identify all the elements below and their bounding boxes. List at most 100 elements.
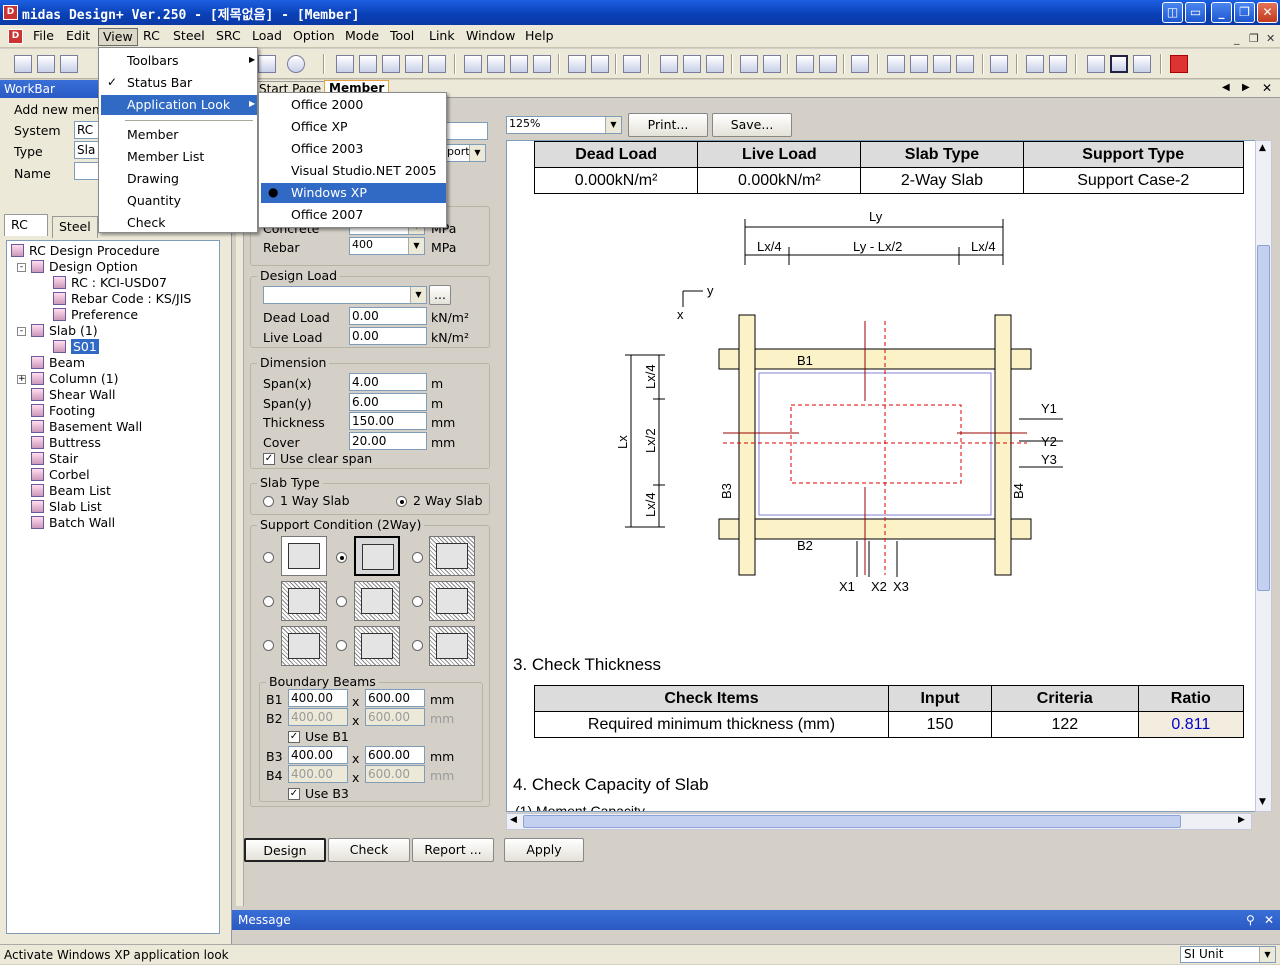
wall-icon[interactable] [405,55,423,73]
menu-edit[interactable]: Edit [62,28,94,46]
tool-d-icon[interactable] [819,55,837,73]
tile-button[interactable]: ▭ [1185,2,1206,23]
report-vertical-scrollbar[interactable]: ▲ ▼ [1255,140,1272,812]
save-icon[interactable] [60,55,78,73]
support-case-7-radio[interactable] [263,640,274,651]
b2-width-input[interactable]: 400.00 [288,708,348,726]
menu-rc[interactable]: RC [139,28,164,46]
exit-icon[interactable] [1170,55,1188,73]
support-case-6-icon[interactable] [429,581,475,621]
design-button[interactable]: Design [244,838,326,862]
support-case-8-icon[interactable] [354,626,400,666]
report-view[interactable]: Dead Load Live Load Slab Type Support Ty… [506,140,1256,812]
b3-height-input[interactable]: 600.00 [365,746,425,764]
look-office-2000[interactable]: Office 2000 [261,95,446,115]
tree-item[interactable]: Stair [31,451,78,467]
collapse-icon[interactable]: - [17,263,26,272]
support-case-5-icon[interactable] [354,581,400,621]
tool-j-icon[interactable] [990,55,1008,73]
buttress-icon[interactable] [487,55,505,73]
tree-item[interactable]: RC : KCI-USD07 [53,275,167,291]
tree-item[interactable]: Preference [53,307,138,323]
one-way-radio[interactable] [263,496,274,507]
tree-item[interactable]: Shear Wall [31,387,116,403]
support-case-6-radio[interactable] [412,596,423,607]
clear-span-checkbox[interactable]: ✓ [263,453,275,465]
two-way-radio[interactable] [396,496,407,507]
b3-width-input[interactable]: 400.00 [288,746,348,764]
tree-item[interactable]: Basement Wall [31,419,142,435]
collapse-icon[interactable]: - [17,327,26,336]
support-case-9-icon[interactable] [429,626,475,666]
doc-icon[interactable]: D [8,29,23,44]
corbel-icon[interactable] [533,55,551,73]
unit-select[interactable]: SI Unit ▼ [1180,946,1276,963]
footing-icon[interactable] [428,55,446,73]
tool-a-icon[interactable] [740,55,758,73]
tree-item[interactable]: Buttress [31,435,101,451]
design-load-browse-button[interactable]: ... [429,285,451,305]
app-icon[interactable]: D [3,5,18,20]
tree-item[interactable]: Design Option [31,259,138,275]
maximize-button[interactable]: ❐ [1234,2,1255,23]
expand-icon[interactable]: + [17,375,26,384]
support-case-1-icon[interactable] [281,536,327,576]
new-icon[interactable] [14,55,32,73]
support-case-4-icon[interactable] [281,581,327,621]
report-horizontal-scrollbar[interactable]: ◀ ▶ [506,813,1252,830]
menu-window[interactable]: Window [462,28,519,46]
menu-load[interactable]: Load [248,28,286,46]
design-load-select[interactable]: ▼ [263,286,427,304]
report-dropdown[interactable]: port ▼ [444,144,486,162]
menu-tool[interactable]: Tool [386,28,418,46]
b1-width-input[interactable]: 400.00 [288,689,348,707]
tree-item[interactable]: Corbel [31,467,90,483]
view-b-icon[interactable] [1110,55,1128,73]
tree-item[interactable]: Slab (1) [31,323,98,339]
report-button[interactable]: Report ... [412,838,494,862]
tree-item-selected[interactable]: S01 [53,339,99,355]
b4-width-input[interactable]: 400.00 [288,765,348,783]
tree-item[interactable]: RC Design Procedure [11,243,160,259]
menu-link[interactable]: Link [425,28,459,46]
name-field[interactable] [444,122,488,140]
support-case-2-radio[interactable] [336,552,347,563]
b4-height-input[interactable]: 600.00 [365,765,425,783]
support-case-3-icon[interactable] [429,536,475,576]
tree-item[interactable]: Rebar Code : KS/JIS [53,291,191,307]
tool-g-icon[interactable] [910,55,928,73]
column-icon[interactable] [382,55,400,73]
support-case-3-radio[interactable] [412,552,423,563]
open-icon[interactable] [37,55,55,73]
look-office-2003[interactable]: Office 2003 [261,139,446,159]
scroll-right-icon[interactable]: ▶ [1238,815,1245,825]
support-case-9-radio[interactable] [412,640,423,651]
support-case-5-radio[interactable] [336,596,347,607]
tree-item[interactable]: Footing [31,403,95,419]
menu-mode[interactable]: Mode [341,28,383,46]
b1-height-input[interactable]: 600.00 [365,689,425,707]
view-a-icon[interactable] [1087,55,1105,73]
save-button[interactable]: Save... [712,113,792,137]
menu-src[interactable]: SRC [212,28,245,46]
mdi-minimize-icon[interactable]: _ [1234,32,1240,45]
tree-item[interactable]: Batch Wall [31,515,115,531]
tree-item[interactable]: Beam [31,355,85,371]
tool-b-icon[interactable] [763,55,781,73]
tool-k-icon[interactable] [1026,55,1044,73]
thickness-input[interactable]: 150.00 [349,412,427,430]
horizontal-scroll-thumb[interactable] [523,815,1181,828]
slab-icon[interactable] [336,55,354,73]
menu-item-status-bar[interactable]: Status Bar [101,73,257,93]
menu-item-quantity[interactable]: Quantity [101,191,257,211]
tab-rc[interactable]: RC [4,214,48,236]
load-icon[interactable] [683,55,701,73]
menu-item-check[interactable]: Check [101,213,257,233]
tab-scroll-left-icon[interactable]: ◀ [1222,82,1230,93]
view-c-icon[interactable] [1133,55,1151,73]
slab-list-icon[interactable] [591,55,609,73]
tool-e-icon[interactable] [851,55,869,73]
menu-file[interactable]: File [29,28,58,46]
span-x-input[interactable]: 4.00 [349,373,427,391]
scroll-up-icon[interactable]: ▲ [1259,143,1266,153]
